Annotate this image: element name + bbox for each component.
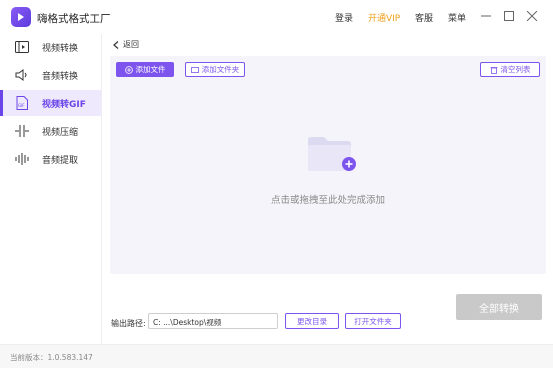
file-drop-zone[interactable]: 添加文件 添加文件夹 清空列表 点击或拖拽至此处完成添加 xyxy=(110,56,546,274)
clear-list-button[interactable]: 清空列表 xyxy=(480,62,540,77)
video-convert-icon xyxy=(14,39,30,55)
maximize-icon[interactable] xyxy=(502,9,516,23)
main-panel: 返回 添加文件 添加文件夹 清空列表 点击或拖拽至此处完成添加 全部转换 输出路… xyxy=(101,34,553,344)
add-folder-label: 添加文件夹 xyxy=(201,65,240,74)
trash-icon xyxy=(490,66,497,74)
compress-icon xyxy=(14,123,30,139)
sidebar-item-label: 视频压缩 xyxy=(42,128,79,138)
app-title: 嗨格式格式工厂 xyxy=(37,13,111,25)
sidebar-item-audio-convert[interactable]: 音频转换 xyxy=(0,62,101,88)
version-text: 当前版本：1.0.583.147 xyxy=(10,353,93,362)
chevron-left-icon xyxy=(113,40,119,49)
folder-add-icon xyxy=(308,137,356,171)
sidebar-item-video-convert[interactable]: 视频转换 xyxy=(0,34,101,60)
status-bar: 当前版本：1.0.583.147 xyxy=(0,344,553,368)
sidebar-item-label: 音频提取 xyxy=(42,156,79,166)
sidebar-item-label: 视频转GIF xyxy=(42,100,86,110)
svg-text:GIF: GIF xyxy=(18,103,25,108)
close-icon[interactable] xyxy=(525,9,539,23)
sidebar-item-audio-extract[interactable]: 音频提取 xyxy=(0,146,101,172)
active-indicator xyxy=(0,90,3,116)
add-file-button[interactable]: 添加文件 xyxy=(116,62,174,77)
audio-convert-icon xyxy=(14,67,30,83)
sidebar-item-video-compress[interactable]: 视频压缩 xyxy=(0,118,101,144)
output-path-label: 输出路径: xyxy=(111,319,146,328)
audio-extract-icon xyxy=(14,151,30,167)
back-label: 返回 xyxy=(123,40,139,49)
add-file-label: 添加文件 xyxy=(135,65,166,74)
add-folder-button[interactable]: 添加文件夹 xyxy=(185,62,245,77)
sidebar-item-label: 视频转换 xyxy=(42,44,79,54)
menu-link[interactable]: 菜单 xyxy=(448,11,466,24)
drop-hint: 点击或拖拽至此处完成添加 xyxy=(270,195,385,206)
open-folder-button[interactable]: 打开文件夹 xyxy=(345,313,401,329)
title-bar: 嗨格式格式工厂 登录 开通VIP 客服 菜单 xyxy=(0,0,553,34)
login-link[interactable]: 登录 xyxy=(335,11,353,24)
app-logo-icon xyxy=(11,7,31,27)
sidebar: 视频转换 音频转换 GIF 视频转GIF 视频压缩 音频提取 xyxy=(0,34,101,344)
change-directory-button[interactable]: 更改目录 xyxy=(285,313,339,329)
vip-link[interactable]: 开通VIP xyxy=(368,11,400,24)
minimize-icon[interactable] xyxy=(479,9,493,23)
sidebar-item-label: 音频转换 xyxy=(42,72,79,82)
plus-circle-icon xyxy=(124,65,133,74)
convert-all-button[interactable]: 全部转换 xyxy=(456,294,542,320)
clear-list-label: 清空列表 xyxy=(500,65,531,74)
output-path-field[interactable]: C: ...\Desktop\视频 xyxy=(148,313,278,329)
sidebar-item-video-to-gif[interactable]: GIF 视频转GIF xyxy=(0,90,101,116)
folder-icon xyxy=(190,66,199,73)
back-button[interactable]: 返回 xyxy=(112,39,139,50)
gif-icon: GIF xyxy=(14,95,30,111)
service-link[interactable]: 客服 xyxy=(415,11,433,24)
